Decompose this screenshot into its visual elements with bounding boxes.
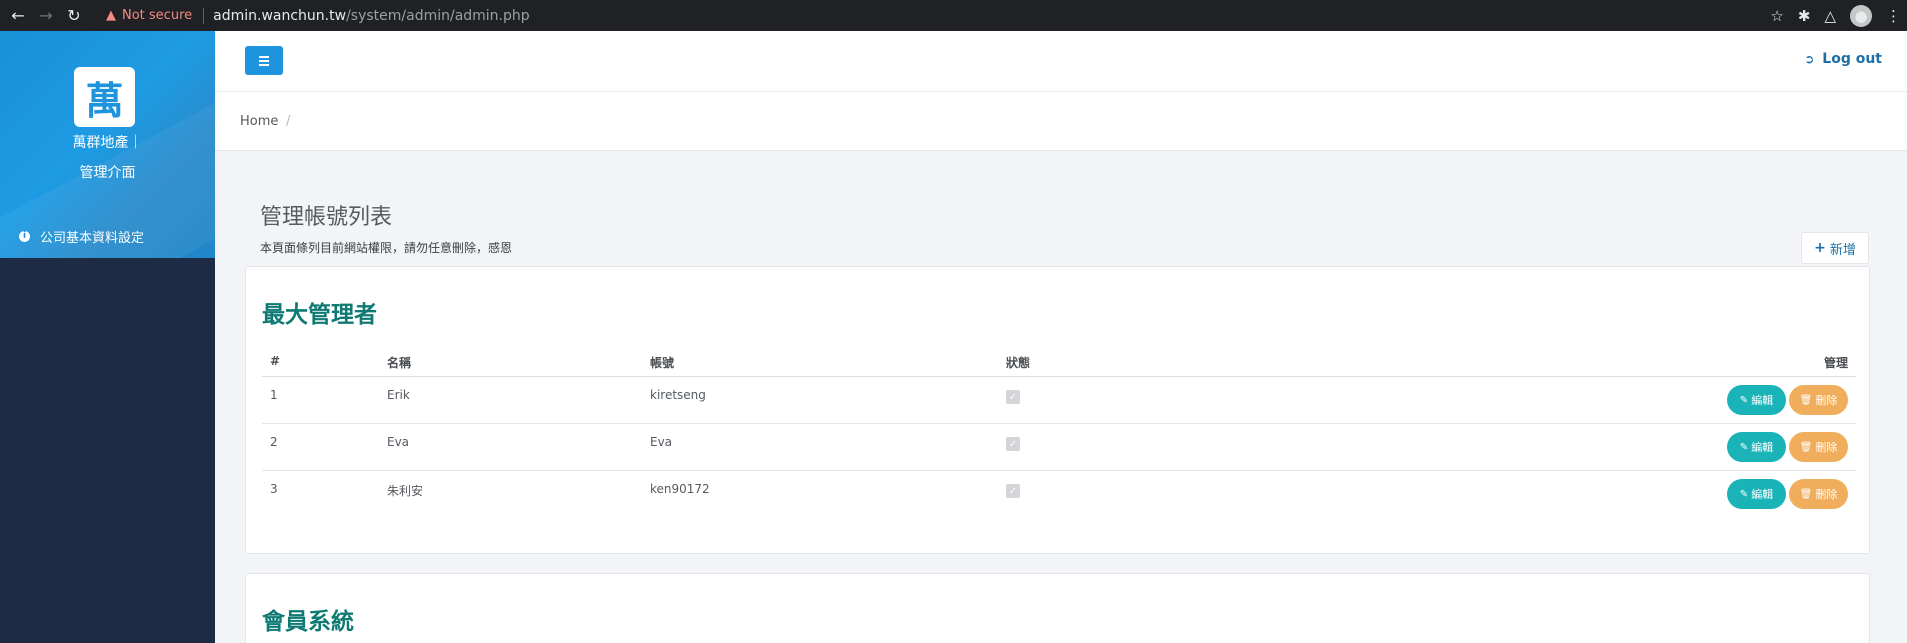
add-button[interactable]: + 新增 xyxy=(1801,232,1869,264)
delete-button[interactable]: 🗑 刪除 xyxy=(1789,479,1848,509)
forward-arrow-icon[interactable]: → xyxy=(36,6,56,26)
edit-icon: ✎ xyxy=(1739,394,1749,406)
breadcrumb: Home / xyxy=(215,92,1907,151)
security-indicator[interactable]: ▲ Not secure xyxy=(106,8,192,23)
section-card-member-system: 會員系統 xyxy=(245,573,1870,643)
column-header-manage: 管理 xyxy=(1823,356,1848,370)
trash-icon: 🗑 xyxy=(1799,441,1813,453)
top-header: ➲ Log out xyxy=(215,31,1907,92)
delete-button[interactable]: 🗑 刪除 xyxy=(1789,385,1848,415)
brand-name: 萬群地產｜ xyxy=(72,135,143,151)
row-name: Erik xyxy=(387,388,410,402)
bookmark-star-icon[interactable]: ☆ xyxy=(1770,7,1783,25)
row-name: 朱利安 xyxy=(387,484,424,498)
column-header-status: 狀態 xyxy=(1006,356,1031,370)
delete-label: 刪除 xyxy=(1815,441,1838,454)
section-title: 最大管理者 xyxy=(262,302,377,328)
row-account: kiretseng xyxy=(650,388,706,402)
column-header-name: 名稱 xyxy=(387,356,412,370)
edit-button[interactable]: ✎ 編輯 xyxy=(1727,385,1786,415)
row-number: 3 xyxy=(270,482,278,496)
info-icon: i xyxy=(19,230,30,242)
status-checkbox[interactable]: ✓ xyxy=(1006,390,1020,404)
admin-table: # 名稱 帳號 狀態 管理 1 Erik kiretseng ✓ ✎ 編輯 🗑 刪除… xyxy=(262,343,1856,518)
brand-logo: 萬 xyxy=(74,67,135,127)
address-separator xyxy=(203,7,205,24)
browser-toolbar: ← → ↻ ▲ Not secure admin.wanchun.tw/syst… xyxy=(0,0,1907,31)
row-account: Eva xyxy=(650,435,673,449)
edit-button[interactable]: ✎ 編輯 xyxy=(1727,479,1786,509)
sidebar: 萬 萬群地產｜ 管理介面 i 公司基本資料設定 xyxy=(0,31,215,643)
sidebar-brand: 萬 萬群地產｜ 管理介面 i 公司基本資料設定 xyxy=(0,31,215,258)
edit-label: 編輯 xyxy=(1751,441,1774,454)
edit-button[interactable]: ✎ 編輯 xyxy=(1727,432,1786,462)
browser-menu-icon[interactable]: ⋮ xyxy=(1886,7,1901,25)
url-path: /system/admin/admin.php xyxy=(346,7,530,24)
menu-toggle-button[interactable] xyxy=(245,46,283,75)
section-card-super-admin: 最大管理者 # 名稱 帳號 狀態 管理 1 Erik kiretseng ✓ ✎… xyxy=(245,266,1870,554)
row-number: 2 xyxy=(270,435,278,449)
trash-icon: 🗑 xyxy=(1799,488,1813,500)
logout-link[interactable]: ➲ Log out xyxy=(1804,51,1882,67)
row-actions: ✎ 編輯 🗑 刪除 xyxy=(1727,432,1848,462)
breadcrumb-home[interactable]: Home xyxy=(240,114,278,129)
trash-icon: 🗑 xyxy=(1799,394,1813,406)
hamburger-icon xyxy=(259,63,269,66)
sidebar-item-label: 公司基本資料設定 xyxy=(40,230,145,246)
column-header-account: 帳號 xyxy=(650,356,675,370)
sign-out-icon: ➲ xyxy=(1804,52,1815,66)
page-description: 本頁面條列目前網站權限，請勿任意刪除，感恩 xyxy=(260,241,513,255)
column-header-number: # xyxy=(270,354,281,368)
edit-icon: ✎ xyxy=(1739,488,1749,500)
page-title: 管理帳號列表 xyxy=(260,205,393,230)
status-checkbox[interactable]: ✓ xyxy=(1006,484,1020,498)
browser-actions: ☆ ✱ △ ● ⋮ xyxy=(1770,0,1901,31)
plus-icon: + xyxy=(1814,240,1826,256)
table-row: 3 朱利安 ken90172 ✓ ✎ 編輯 🗑 刪除 xyxy=(262,471,1856,518)
edit-label: 編輯 xyxy=(1751,394,1774,407)
labs-flask-icon[interactable]: △ xyxy=(1824,7,1836,25)
delete-label: 刪除 xyxy=(1815,394,1838,407)
warning-icon: ▲ xyxy=(106,8,116,23)
table-row: 2 Eva Eva ✓ ✎ 編輯 🗑 刪除 xyxy=(262,424,1856,471)
row-actions: ✎ 編輯 🗑 刪除 xyxy=(1727,479,1848,509)
delete-label: 刪除 xyxy=(1815,488,1838,501)
section-title: 會員系統 xyxy=(262,609,354,635)
edit-label: 編輯 xyxy=(1751,488,1774,501)
logout-label: Log out xyxy=(1822,51,1882,67)
edit-icon: ✎ xyxy=(1739,441,1749,453)
table-header: # 名稱 帳號 狀態 管理 xyxy=(262,343,1856,377)
breadcrumb-separator: / xyxy=(286,114,291,129)
address-bar[interactable]: admin.wanchun.tw/system/admin/admin.php xyxy=(213,8,530,24)
brand-subtitle: 管理介面 xyxy=(79,165,136,181)
security-label: Not secure xyxy=(122,8,193,23)
row-name: Eva xyxy=(387,435,410,449)
add-button-label: 新增 xyxy=(1829,242,1856,258)
hamburger-icon xyxy=(259,59,269,62)
status-checkbox[interactable]: ✓ xyxy=(1006,437,1020,451)
url-host: admin.wanchun.tw xyxy=(213,7,347,24)
sidebar-item-company-settings[interactable]: i 公司基本資料設定 xyxy=(0,214,215,258)
row-actions: ✎ 編輯 🗑 刪除 xyxy=(1727,385,1848,415)
profile-avatar-icon[interactable]: ● xyxy=(1850,4,1872,27)
row-number: 1 xyxy=(270,388,278,402)
back-arrow-icon[interactable]: ← xyxy=(8,6,28,26)
delete-button[interactable]: 🗑 刪除 xyxy=(1789,432,1848,462)
reload-icon[interactable]: ↻ xyxy=(64,6,84,26)
hamburger-icon xyxy=(259,55,269,58)
table-row: 1 Erik kiretseng ✓ ✎ 編輯 🗑 刪除 xyxy=(262,377,1856,424)
row-account: ken90172 xyxy=(650,482,710,496)
extensions-puzzle-icon[interactable]: ✱ xyxy=(1798,7,1811,25)
